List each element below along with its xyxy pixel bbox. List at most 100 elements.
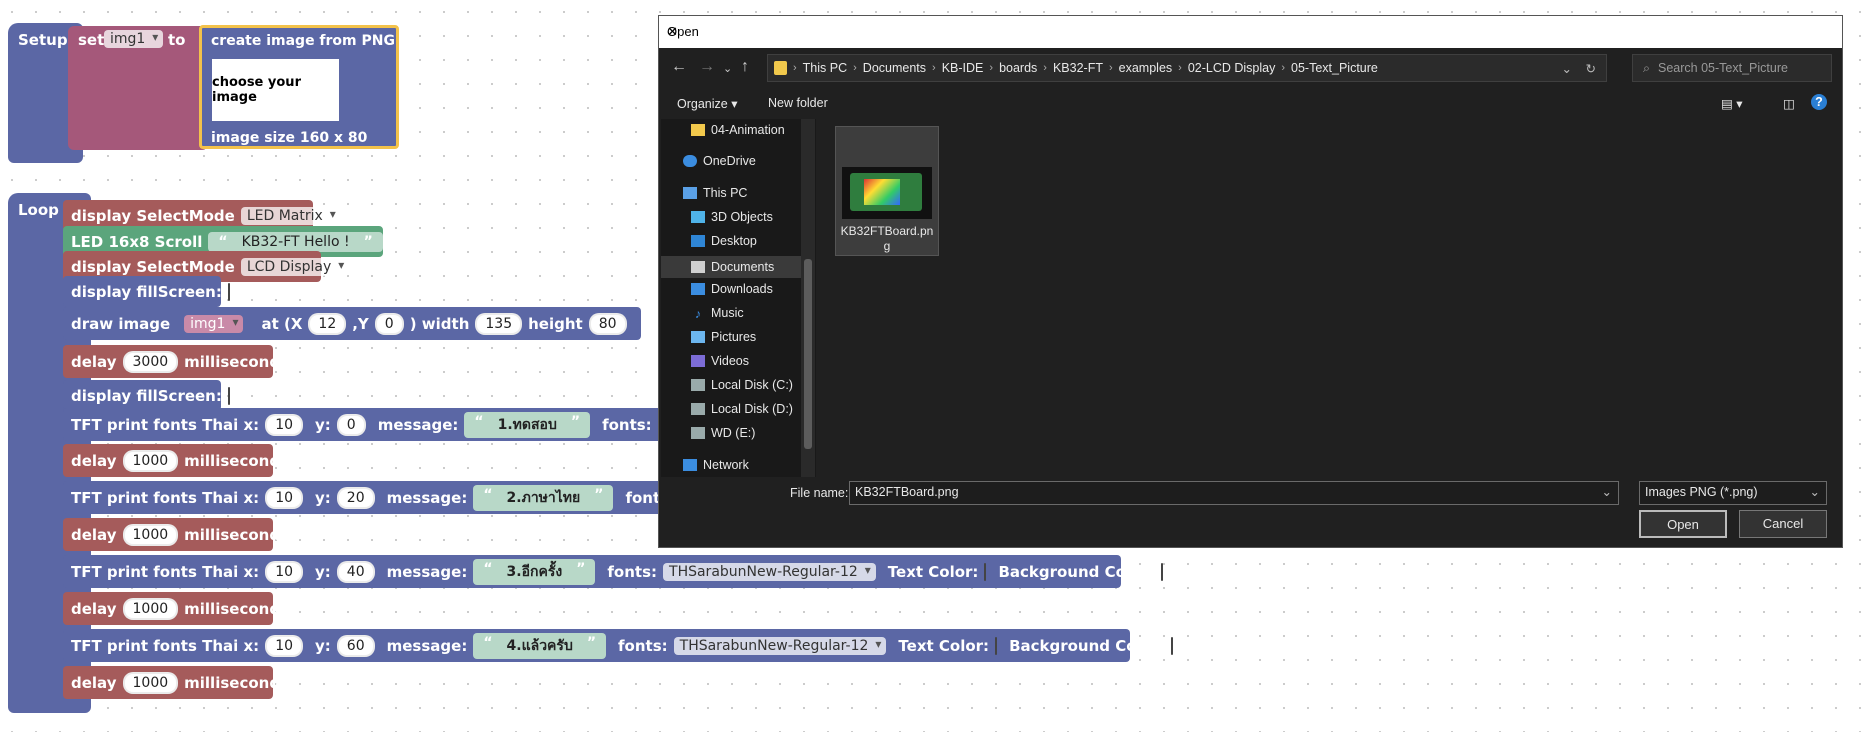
fill-screen-block[interactable]: display fillScreen: bbox=[63, 276, 230, 307]
message-string[interactable]: “ 1.ทดสอบ ” bbox=[464, 411, 591, 438]
recent-chevron-icon[interactable]: ⌄ bbox=[723, 62, 732, 75]
breadcrumb-item[interactable]: examples bbox=[1119, 61, 1173, 75]
delay-block[interactable]: delay 1000 millisecond bbox=[63, 518, 280, 551]
draw-image-block[interactable]: draw image img1 at (X 12 ,Y 0 ) width 13… bbox=[63, 307, 641, 340]
tree-item-animation[interactable]: 04-Animation bbox=[691, 123, 785, 137]
navigation-pane[interactable]: 04-Animation OneDrive This PC 3D Objects… bbox=[661, 119, 816, 477]
tree-item-network[interactable]: Network bbox=[683, 458, 749, 472]
breadcrumb-item[interactable]: boards bbox=[999, 61, 1037, 75]
breadcrumb-item[interactable]: Documents bbox=[863, 61, 926, 75]
preview-pane-icon[interactable]: ◫ bbox=[1783, 96, 1795, 111]
y-input[interactable]: 60 bbox=[336, 634, 375, 657]
delay-input[interactable]: 1000 bbox=[122, 523, 179, 546]
tree-item-desktop[interactable]: Desktop bbox=[691, 234, 757, 248]
open-button[interactable]: Open bbox=[1639, 510, 1727, 538]
breadcrumb-item[interactable]: This PC bbox=[803, 61, 847, 75]
message-string[interactable]: “ 2.ภาษาไทย ” bbox=[473, 484, 614, 511]
choose-image-button[interactable]: choose your image bbox=[212, 59, 339, 121]
breadcrumb-item[interactable]: 05-Text_Picture bbox=[1291, 61, 1378, 75]
tree-item-disk-c[interactable]: Local Disk (C:) bbox=[691, 378, 793, 392]
font-dropdown[interactable]: THSarabunNew-Regular-12 bbox=[663, 562, 876, 581]
close-icon[interactable]: ✕ bbox=[667, 24, 1834, 40]
view-options-icon[interactable]: ▤ ▾ bbox=[1721, 96, 1743, 111]
message-string[interactable]: “ 3.อีกครั้ง ” bbox=[473, 558, 596, 585]
message-label: message: bbox=[386, 562, 468, 581]
y-input[interactable]: 40 bbox=[336, 560, 375, 583]
create-image-block[interactable]: create image from PNG file choose your i… bbox=[199, 25, 425, 149]
folder-icon bbox=[691, 124, 705, 136]
help-icon[interactable]: ? bbox=[1811, 94, 1827, 110]
tft-print-block[interactable]: TFT print fonts Thai x: 10 y: 40 message… bbox=[63, 555, 1163, 588]
tree-item-this-pc[interactable]: This PC bbox=[683, 186, 747, 200]
color-swatch[interactable] bbox=[227, 386, 230, 405]
delay-input[interactable]: 3000 bbox=[122, 350, 179, 373]
text-color-swatch[interactable] bbox=[995, 636, 998, 655]
color-swatch[interactable] bbox=[227, 282, 230, 301]
navigation-scrollbar[interactable] bbox=[801, 119, 815, 477]
filename-input[interactable]: KB32FTBoard.png ⌄ bbox=[849, 481, 1619, 505]
mode-dropdown[interactable]: LCD Display bbox=[240, 257, 350, 276]
x-input[interactable]: 12 bbox=[308, 312, 347, 335]
x-input[interactable]: 10 bbox=[265, 560, 304, 583]
tree-item-disk-d[interactable]: Local Disk (D:) bbox=[691, 402, 793, 416]
y-input[interactable]: 0 bbox=[374, 312, 404, 335]
breadcrumb-item[interactable]: KB-IDE bbox=[942, 61, 984, 75]
back-arrow-icon[interactable]: ← bbox=[671, 58, 687, 76]
dialog-titlebar[interactable]: Open ✕ bbox=[659, 16, 1842, 48]
x-input[interactable]: 10 bbox=[265, 413, 304, 436]
text-color-swatch[interactable] bbox=[984, 562, 987, 581]
message-string[interactable]: “ 4.แล้วครับ ” bbox=[473, 632, 607, 659]
font-dropdown[interactable]: THSarabunNew-Regular-12 bbox=[673, 636, 887, 655]
tree-item-pictures[interactable]: Pictures bbox=[691, 330, 756, 344]
delay-block[interactable]: delay 1000 millisecond bbox=[63, 666, 280, 699]
tree-item-3d-objects[interactable]: 3D Objects bbox=[691, 210, 773, 224]
address-bar[interactable]: › This PC › Documents › KB-IDE › boards … bbox=[767, 54, 1607, 82]
x-input[interactable]: 10 bbox=[265, 634, 304, 657]
tree-item-downloads[interactable]: Downloads bbox=[691, 282, 773, 296]
chevron-down-icon[interactable]: ⌄ bbox=[1810, 484, 1820, 499]
forward-arrow-icon[interactable]: → bbox=[699, 58, 715, 76]
tree-item-documents[interactable]: Documents bbox=[661, 256, 801, 278]
file-item[interactable]: KB32FTBoard.pn g bbox=[835, 126, 939, 256]
address-dropdown-icon[interactable]: ⌄ bbox=[1562, 61, 1572, 76]
y-input[interactable]: 20 bbox=[336, 486, 375, 509]
delay-block[interactable]: delay 1000 millisecond bbox=[63, 592, 280, 625]
cancel-button[interactable]: Cancel bbox=[1739, 510, 1827, 538]
breadcrumb-item[interactable]: 02-LCD Display bbox=[1188, 61, 1276, 75]
message-string[interactable]: “ KB32-FT Hello ! ” bbox=[208, 231, 383, 252]
tft-print-block[interactable]: TFT print fonts Thai x: 10 y: 0 message:… bbox=[63, 408, 689, 441]
breadcrumb-item[interactable]: KB32-FT bbox=[1053, 61, 1103, 75]
bg-color-swatch[interactable] bbox=[1160, 562, 1163, 581]
organize-button[interactable]: Organize ▾ bbox=[677, 96, 737, 111]
delay-input[interactable]: 1000 bbox=[122, 449, 179, 472]
variable-dropdown[interactable]: img1 bbox=[104, 30, 164, 48]
width-input[interactable]: 135 bbox=[475, 312, 523, 335]
chevron-down-icon[interactable]: ⌄ bbox=[1602, 484, 1612, 499]
height-input[interactable]: 80 bbox=[588, 312, 627, 335]
delay-block[interactable]: delay 1000 millisecond bbox=[63, 444, 280, 477]
tft-print-block[interactable]: TFT print fonts Thai x: 10 y: 60 message… bbox=[63, 629, 1174, 662]
delay-block[interactable]: delay 3000 millisecond bbox=[63, 345, 280, 378]
scrollbar-thumb[interactable] bbox=[804, 259, 812, 449]
bg-color-swatch[interactable] bbox=[1171, 636, 1174, 655]
tree-item-wd-e[interactable]: WD (E:) bbox=[691, 426, 755, 440]
delay-input[interactable]: 1000 bbox=[122, 671, 179, 694]
up-arrow-icon[interactable]: ↑ bbox=[741, 58, 749, 76]
mode-dropdown[interactable]: LED Matrix bbox=[240, 206, 341, 225]
x-input[interactable]: 10 bbox=[265, 486, 304, 509]
tree-item-videos[interactable]: Videos bbox=[691, 354, 749, 368]
image-var-dropdown[interactable]: img1 bbox=[184, 314, 244, 333]
tft-print-block[interactable]: TFT print fonts Thai x: 10 y: 20 message… bbox=[63, 481, 675, 514]
refresh-icon[interactable]: ↻ bbox=[1586, 61, 1596, 76]
fill-screen-block[interactable]: display fillScreen: bbox=[63, 380, 230, 411]
video-icon bbox=[691, 355, 705, 367]
delay-input[interactable]: 1000 bbox=[122, 597, 179, 620]
tree-item-music[interactable]: ♪ Music bbox=[691, 306, 744, 321]
set-variable-block[interactable]: set img1 to bbox=[68, 26, 208, 150]
tree-item-onedrive[interactable]: OneDrive bbox=[683, 154, 756, 168]
y-input[interactable]: 0 bbox=[336, 413, 366, 436]
filetype-select[interactable]: Images PNG (*.png) ⌄ bbox=[1639, 481, 1827, 505]
new-folder-button[interactable]: New folder bbox=[768, 96, 828, 110]
cloud-icon bbox=[683, 155, 697, 167]
search-input[interactable]: ⌕ Search 05-Text_Picture bbox=[1632, 54, 1832, 82]
